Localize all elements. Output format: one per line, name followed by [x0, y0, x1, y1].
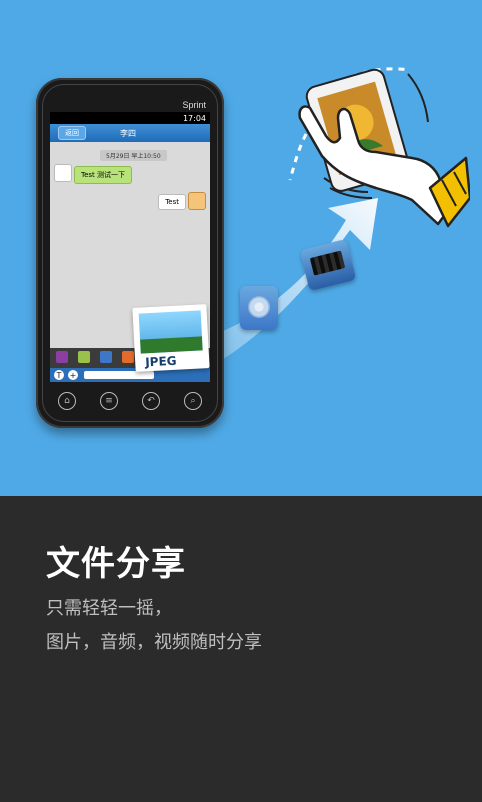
- feature-line-2: 图片，音频，视频随时分享: [46, 632, 262, 653]
- music-icon[interactable]: [78, 351, 90, 363]
- incoming-message-bubble: Test 测试一下: [74, 166, 133, 184]
- date-stamp: 5月29日 早上10:50: [100, 150, 167, 161]
- carrier-logo: Sprint: [182, 100, 206, 110]
- home-icon[interactable]: ⌂: [58, 392, 76, 410]
- message-input[interactable]: [84, 371, 154, 379]
- status-bar: 17:04: [50, 112, 210, 124]
- contact-name: 李四: [120, 128, 136, 138]
- back-icon[interactable]: ↶: [142, 392, 160, 410]
- image-icon[interactable]: [56, 351, 68, 363]
- landscape-thumbnail: [138, 310, 203, 354]
- hardware-buttons: ⌂ ≡ ↶ ⌕: [58, 392, 202, 410]
- back-button[interactable]: 返回: [58, 126, 86, 140]
- jpeg-file-icon: JPEG: [132, 304, 210, 372]
- audio-file-icon: [240, 286, 278, 330]
- gear-icon[interactable]: [100, 351, 112, 363]
- menu-icon[interactable]: ≡: [100, 392, 118, 410]
- my-avatar: [188, 192, 206, 210]
- jpeg-label: JPEG: [144, 353, 177, 370]
- status-time: 17:04: [182, 113, 206, 123]
- hand-phone-svg: [288, 67, 472, 228]
- chat-header: 返回 李四: [50, 124, 210, 142]
- outgoing-message-bubble: Test: [158, 194, 186, 210]
- add-icon[interactable]: +: [68, 370, 78, 380]
- feature-line-1: 只需轻轻一摇，: [46, 598, 172, 619]
- search-icon[interactable]: ⌕: [184, 392, 202, 410]
- hero-illustration: Sprint 17:04 返回 李四 5月29日 早上10:50 Test 测试…: [0, 0, 482, 496]
- hand-shaking-phone-illustration: [280, 48, 472, 238]
- location-icon[interactable]: [122, 351, 134, 363]
- feature-description: 文件分享 只需轻轻一摇， 图片，音频，视频随时分享: [0, 496, 482, 802]
- contact-avatar: [54, 164, 72, 182]
- onboarding-screen: Sprint 17:04 返回 李四 5月29日 早上10:50 Test 测试…: [0, 0, 482, 802]
- smartphone: Sprint 17:04 返回 李四 5月29日 早上10:50 Test 测试…: [36, 78, 224, 428]
- text-mode-icon[interactable]: T: [54, 370, 64, 380]
- input-bar: T +: [50, 368, 210, 382]
- feature-title: 文件分享: [46, 544, 186, 584]
